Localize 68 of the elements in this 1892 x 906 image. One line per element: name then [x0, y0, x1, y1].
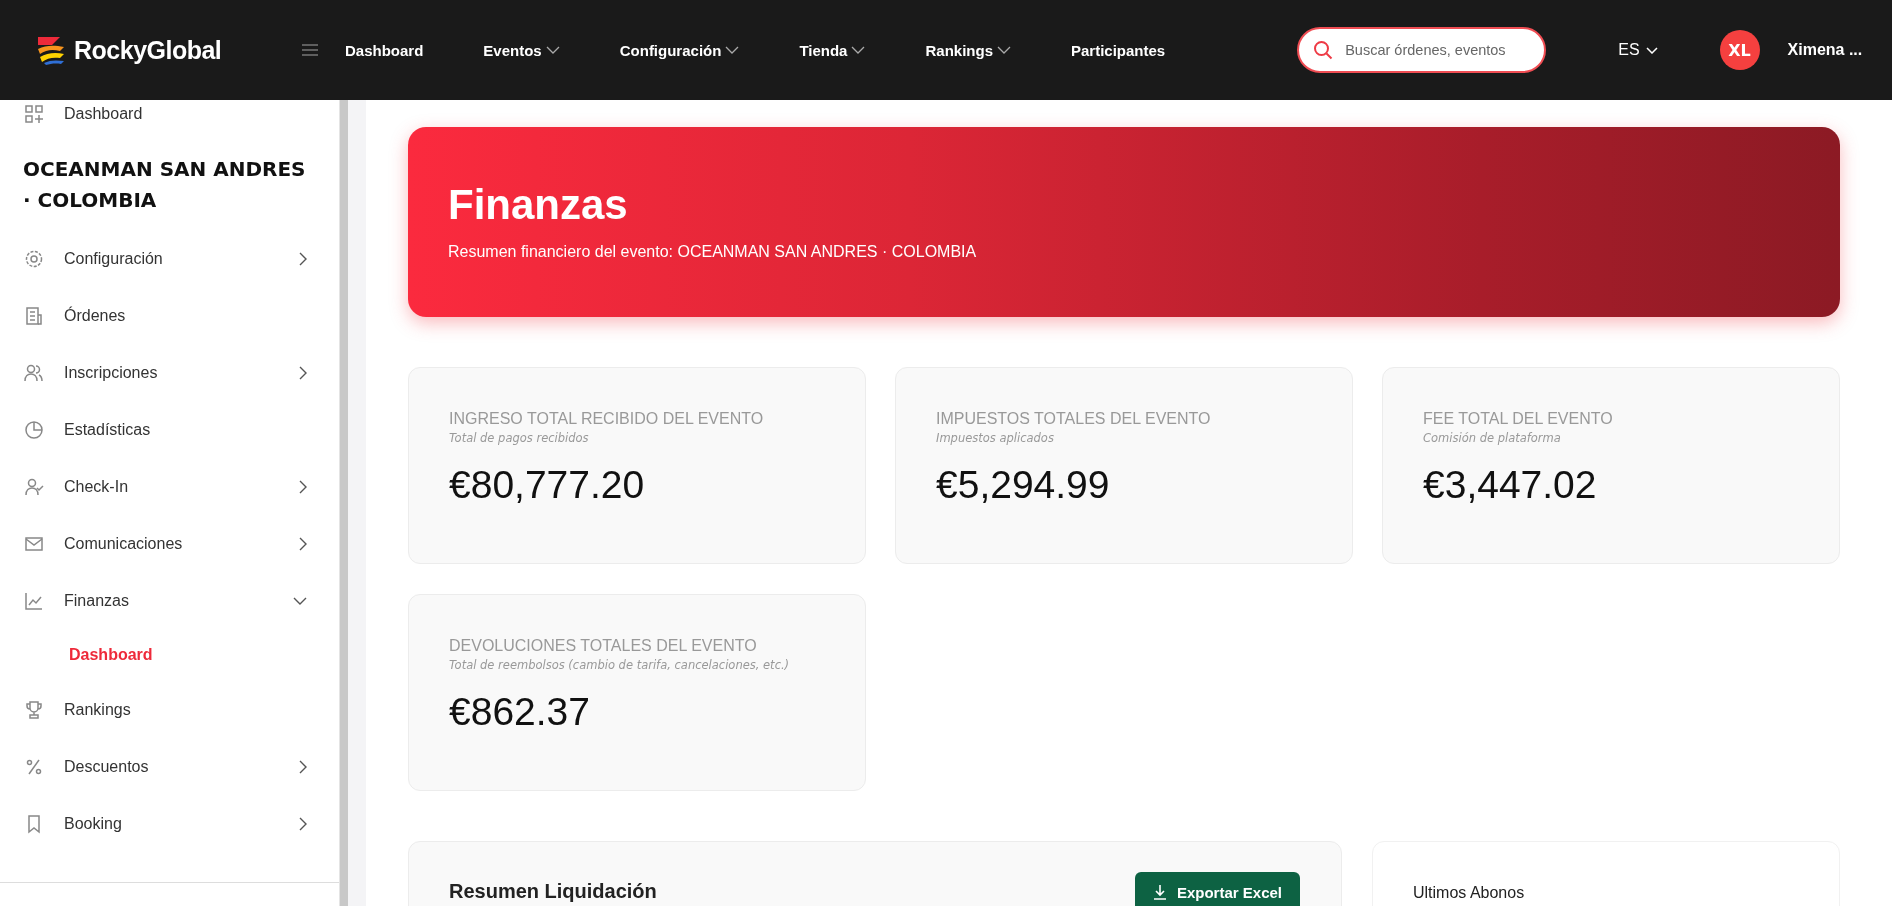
sidebar-label: Dashboard [64, 105, 143, 123]
trophy-icon [24, 699, 44, 720]
search-field[interactable]: Buscar órdenes, eventos [1297, 27, 1547, 73]
stat-label: INGRESO TOTAL RECIBIDO DEL EVENTO [449, 410, 765, 428]
grid-icon [24, 104, 44, 124]
nav-link[interactable]: Tienda [799, 41, 866, 59]
sidebar-label: Órdenes [64, 306, 127, 325]
stat-label: FEE TOTAL DEL EVENTO [1423, 410, 1614, 428]
stat-hint: Total de pagos recibidos [449, 431, 590, 445]
users-icon [24, 362, 44, 383]
line-chart-icon [24, 590, 44, 611]
stat-label: DEVOLUCIONES TOTALES DEL EVENTO [449, 637, 758, 655]
download-icon [1152, 884, 1167, 900]
sidebar-subitem[interactable]: Dashboard [0, 629, 339, 681]
page-subtitle: Resumen financiero del evento: OCEANMAN SAN ANDRES · COLOMBIA [448, 243, 978, 261]
card-title: Resumen Liquidación [449, 880, 657, 903]
sidebar-item[interactable]: Finanzas [0, 572, 339, 629]
user-name[interactable]: Ximena ... [1787, 41, 1863, 59]
sidebar-item[interactable]: Órdenes [0, 287, 339, 344]
nav-link[interactable]: Participantes [1071, 41, 1166, 59]
card-title: Ultimos Abonos [1413, 884, 1526, 902]
language-selector[interactable]: ES [1612, 40, 1664, 60]
event-title: OCEANMAN SAN ANDRES · COLOMBIA [22, 156, 307, 214]
sidebar-label: Rankings [64, 700, 132, 719]
sidebar-label: Inscripciones [64, 363, 159, 382]
sidebar-label: Check-In [64, 477, 130, 496]
stat-value: €862.37 [449, 690, 591, 734]
sidebar-item[interactable]: Booking [0, 795, 339, 852]
sidebar-item[interactable]: Descuentos [0, 738, 339, 795]
stat-hint: Impuestos aplicados [936, 431, 1055, 445]
page-title: Finanzas [448, 181, 629, 229]
gear-icon [24, 248, 44, 269]
menu-icon[interactable] [301, 43, 319, 57]
sidebar-item[interactable]: Estadísticas [0, 401, 339, 458]
stat-value: €80,777.20 [449, 463, 646, 507]
sidebar-label: Configuración [64, 249, 164, 268]
scrollbar[interactable] [340, 100, 348, 906]
stat-label: IMPUESTOS TOTALES DEL EVENTO [936, 410, 1212, 428]
sidebar-label: Comunicaciones [64, 534, 184, 553]
sidebar-item[interactable]: Comunicaciones [0, 515, 339, 572]
sidebar-label: Estadísticas [64, 420, 152, 439]
chevron-down-icon [725, 46, 740, 54]
sidebar-item[interactable]: Check-In [0, 458, 339, 515]
export-button[interactable]: Exportar Excel [1134, 872, 1300, 906]
nav-link[interactable]: Configuración [619, 41, 740, 59]
sidebar-label: Descuentos [64, 757, 150, 776]
chevron-down-icon [1645, 46, 1658, 54]
chevron-down-icon [851, 46, 866, 54]
sidebar-item[interactable]: Rankings [0, 681, 339, 738]
nav-link[interactable]: Eventos [483, 41, 560, 59]
sidebar-label: Finanzas [64, 591, 130, 610]
sidebar-item[interactable]: Inscripciones [0, 344, 339, 401]
nav-link[interactable]: Rankings [925, 41, 1011, 59]
sidebar-item[interactable]: Configuración [0, 230, 339, 287]
stat-value: €3,447.02 [1423, 463, 1598, 507]
sidebar-item[interactable]: Dashboard [0, 100, 339, 128]
stat-value: €5,294.99 [936, 463, 1111, 507]
nav-link[interactable]: Dashboard [345, 41, 424, 59]
chevron-down-icon [545, 46, 560, 54]
sidebar-label: Booking [64, 814, 123, 833]
stat-hint: Total de reembolsos (cambio de tarifa, cancelaciones, etc.) [449, 658, 791, 672]
chevron-down-icon [997, 46, 1011, 54]
user-avatar[interactable]: XL [1719, 30, 1760, 70]
logo-text: RockyGlobal [74, 35, 222, 65]
user-check-icon [24, 476, 44, 497]
pie-chart-icon [24, 419, 44, 440]
document-icon [24, 305, 44, 326]
stat-hint: Comisión de plataforma [1423, 431, 1562, 445]
